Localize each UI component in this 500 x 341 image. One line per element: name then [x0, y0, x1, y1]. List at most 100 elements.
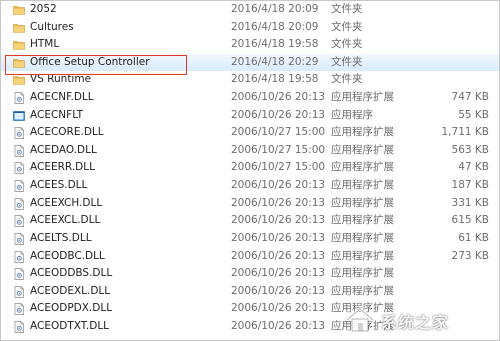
file-name: HTML — [30, 38, 60, 51]
file-row[interactable]: ACEEXCH.DLL 2006/10/26 20:13 应用程序扩展 331 KB — [1, 195, 499, 213]
file-type: 应用程序扩展 — [331, 91, 394, 104]
file-size: 747 KB — [451, 91, 489, 104]
dll-file-icon — [14, 268, 24, 280]
file-type: 应用程序扩展 — [331, 161, 394, 174]
folder-row[interactable]: VS Runtime 2016/4/18 19:58 文件夹 — [1, 71, 499, 89]
folder-icon — [13, 76, 25, 86]
folder-row[interactable]: HTML 2016/4/18 19:58 文件夹 — [1, 36, 499, 54]
file-date-modified: 2006/10/27 15:00 — [231, 143, 326, 156]
file-type: 应用程序扩展 — [331, 231, 394, 244]
file-date-modified: 2006/10/26 20:13 — [231, 231, 326, 244]
file-name: ACEODEXL.DLL — [30, 284, 111, 297]
dll-file-icon — [14, 233, 24, 245]
file-type: 文件夹 — [331, 38, 363, 51]
file-size: 47 KB — [458, 161, 489, 174]
folder-row[interactable]: Office Setup Controller 2016/4/18 20:29 文件… — [1, 53, 499, 72]
file-type: 文件夹 — [331, 3, 363, 15]
file-name: ACECORE.DLL — [30, 126, 104, 139]
folder-icon — [13, 6, 25, 15]
file-size: 615 KB — [451, 214, 489, 227]
file-row[interactable]: ACEODTXT.DLL 2006/10/26 20:13 应用程序扩展 — [1, 318, 499, 336]
file-date-modified: 2006/10/26 20:13 — [231, 214, 326, 227]
file-name: ACECNF.DLL — [30, 91, 94, 104]
file-name: ACEDAO.DLL — [30, 143, 97, 156]
file-name: ACEEXCH.DLL — [30, 196, 103, 209]
folder-icon — [13, 59, 25, 68]
file-date-modified: 2006/10/26 20:13 — [231, 249, 326, 262]
file-date-modified: 2016/4/18 20:09 — [231, 3, 319, 15]
dll-file-icon — [14, 321, 24, 333]
file-name: Office Setup Controller — [30, 55, 150, 68]
dll-file-icon — [14, 215, 24, 228]
file-size: 273 KB — [451, 249, 489, 262]
file-name: ACECNFLT — [30, 108, 84, 121]
file-row[interactable]: ACECNF.DLL 2006/10/26 20:13 应用程序扩展 747 KB — [1, 89, 499, 107]
file-date-modified: 2006/10/26 20:13 — [231, 196, 326, 209]
file-type: 应用程序扩展 — [331, 319, 394, 332]
file-type: 应用程序扩展 — [331, 249, 394, 262]
file-type: 应用程序扩展 — [331, 284, 394, 297]
file-row[interactable]: ACELTS.DLL 2006/10/26 20:13 应用程序扩展 61 KB — [1, 230, 499, 248]
file-type: 文件夹 — [331, 20, 363, 33]
file-list: 2052 2016/4/18 20:09 文件夹 Cultures 2016/4/18… — [1, 1, 499, 336]
file-type: 应用程序 — [331, 108, 373, 121]
file-date-modified: 2006/10/26 20:13 — [231, 179, 326, 192]
file-date-modified: 2006/10/27 15:00 — [231, 161, 326, 174]
dll-file-icon — [14, 180, 24, 192]
file-type: 应用程序扩展 — [331, 267, 394, 280]
file-date-modified: 2006/10/26 20:13 — [231, 302, 326, 315]
file-date-modified: 2016/4/18 19:58 — [231, 38, 319, 51]
folder-icon — [13, 41, 25, 51]
file-name: 2052 — [30, 3, 57, 15]
file-name: VS Runtime — [30, 73, 92, 86]
app-file-icon — [13, 110, 25, 121]
dll-file-icon — [14, 285, 24, 298]
file-row[interactable]: ACEODEXL.DLL 2006/10/26 20:13 应用程序扩展 — [1, 283, 499, 301]
file-row[interactable]: ACEODDBS.DLL 2006/10/26 20:13 应用程序扩展 — [1, 265, 499, 283]
file-date-modified: 2006/10/26 20:13 — [231, 91, 326, 104]
file-name: ACEEXCL.DLL — [30, 214, 101, 227]
dll-file-icon — [14, 250, 24, 263]
file-name: Cultures — [30, 20, 74, 33]
folder-row[interactable]: Cultures 2016/4/18 20:09 文件夹 — [1, 19, 499, 37]
file-type: 应用程序扩展 — [331, 179, 394, 192]
file-type: 应用程序扩展 — [331, 302, 394, 315]
dll-file-icon — [14, 92, 24, 104]
file-name: ACEODTXT.DLL — [30, 319, 110, 332]
file-size: 187 KB — [451, 179, 489, 192]
file-name: ACEODPDX.DLL — [30, 302, 113, 315]
file-date-modified: 2006/10/26 20:13 — [231, 284, 326, 297]
file-row[interactable]: ACEODBC.DLL 2006/10/26 20:13 应用程序扩展 273 KB — [1, 248, 499, 266]
file-name: ACELTS.DLL — [30, 231, 92, 244]
file-size: 55 KB — [458, 108, 489, 121]
file-name: ACEES.DLL — [30, 179, 88, 192]
dll-file-icon — [14, 197, 24, 210]
file-type: 应用程序扩展 — [331, 214, 394, 227]
file-name: ACEODDBS.DLL — [30, 267, 113, 280]
file-row[interactable]: ACEEXCL.DLL 2006/10/26 20:13 应用程序扩展 615 KB — [1, 212, 499, 230]
file-date-modified: 2016/4/18 20:29 — [231, 55, 319, 68]
file-name: ACEERR.DLL — [30, 161, 95, 174]
file-size: 331 KB — [451, 196, 489, 209]
file-type: 文件夹 — [331, 73, 363, 86]
file-name: ACEODBC.DLL — [30, 249, 105, 262]
file-date-modified: 2006/10/27 15:00 — [231, 126, 326, 139]
file-row[interactable]: ACEERR.DLL 2006/10/27 15:00 应用程序扩展 47 KB — [1, 159, 499, 177]
dll-file-icon — [14, 162, 24, 175]
file-row[interactable]: ACEDAO.DLL 2006/10/27 15:00 应用程序扩展 563 KB — [1, 142, 499, 160]
folder-icon — [13, 23, 25, 33]
file-size: 61 KB — [458, 231, 489, 244]
file-row[interactable]: ACECNFLT 2006/10/26 20:13 应用程序 55 KB — [1, 107, 499, 125]
folder-row[interactable]: 2052 2016/4/18 20:09 文件夹 — [1, 1, 499, 19]
dll-file-icon — [14, 145, 24, 157]
file-type: 应用程序扩展 — [331, 196, 394, 209]
file-date-modified: 2016/4/18 20:09 — [231, 20, 319, 33]
file-date-modified: 2006/10/26 20:13 — [231, 108, 326, 121]
file-row[interactable]: ACEES.DLL 2006/10/26 20:13 应用程序扩展 187 KB — [1, 177, 499, 195]
dll-file-icon — [14, 127, 24, 140]
file-row[interactable]: ACECORE.DLL 2006/10/27 15:00 应用程序扩展 1,711 K… — [1, 124, 499, 142]
file-row[interactable]: ACEODPDX.DLL 2006/10/26 20:13 应用程序扩展 — [1, 300, 499, 318]
file-size: 563 KB — [451, 143, 489, 156]
file-type: 文件夹 — [331, 55, 363, 68]
file-date-modified: 2006/10/26 20:13 — [231, 267, 326, 280]
